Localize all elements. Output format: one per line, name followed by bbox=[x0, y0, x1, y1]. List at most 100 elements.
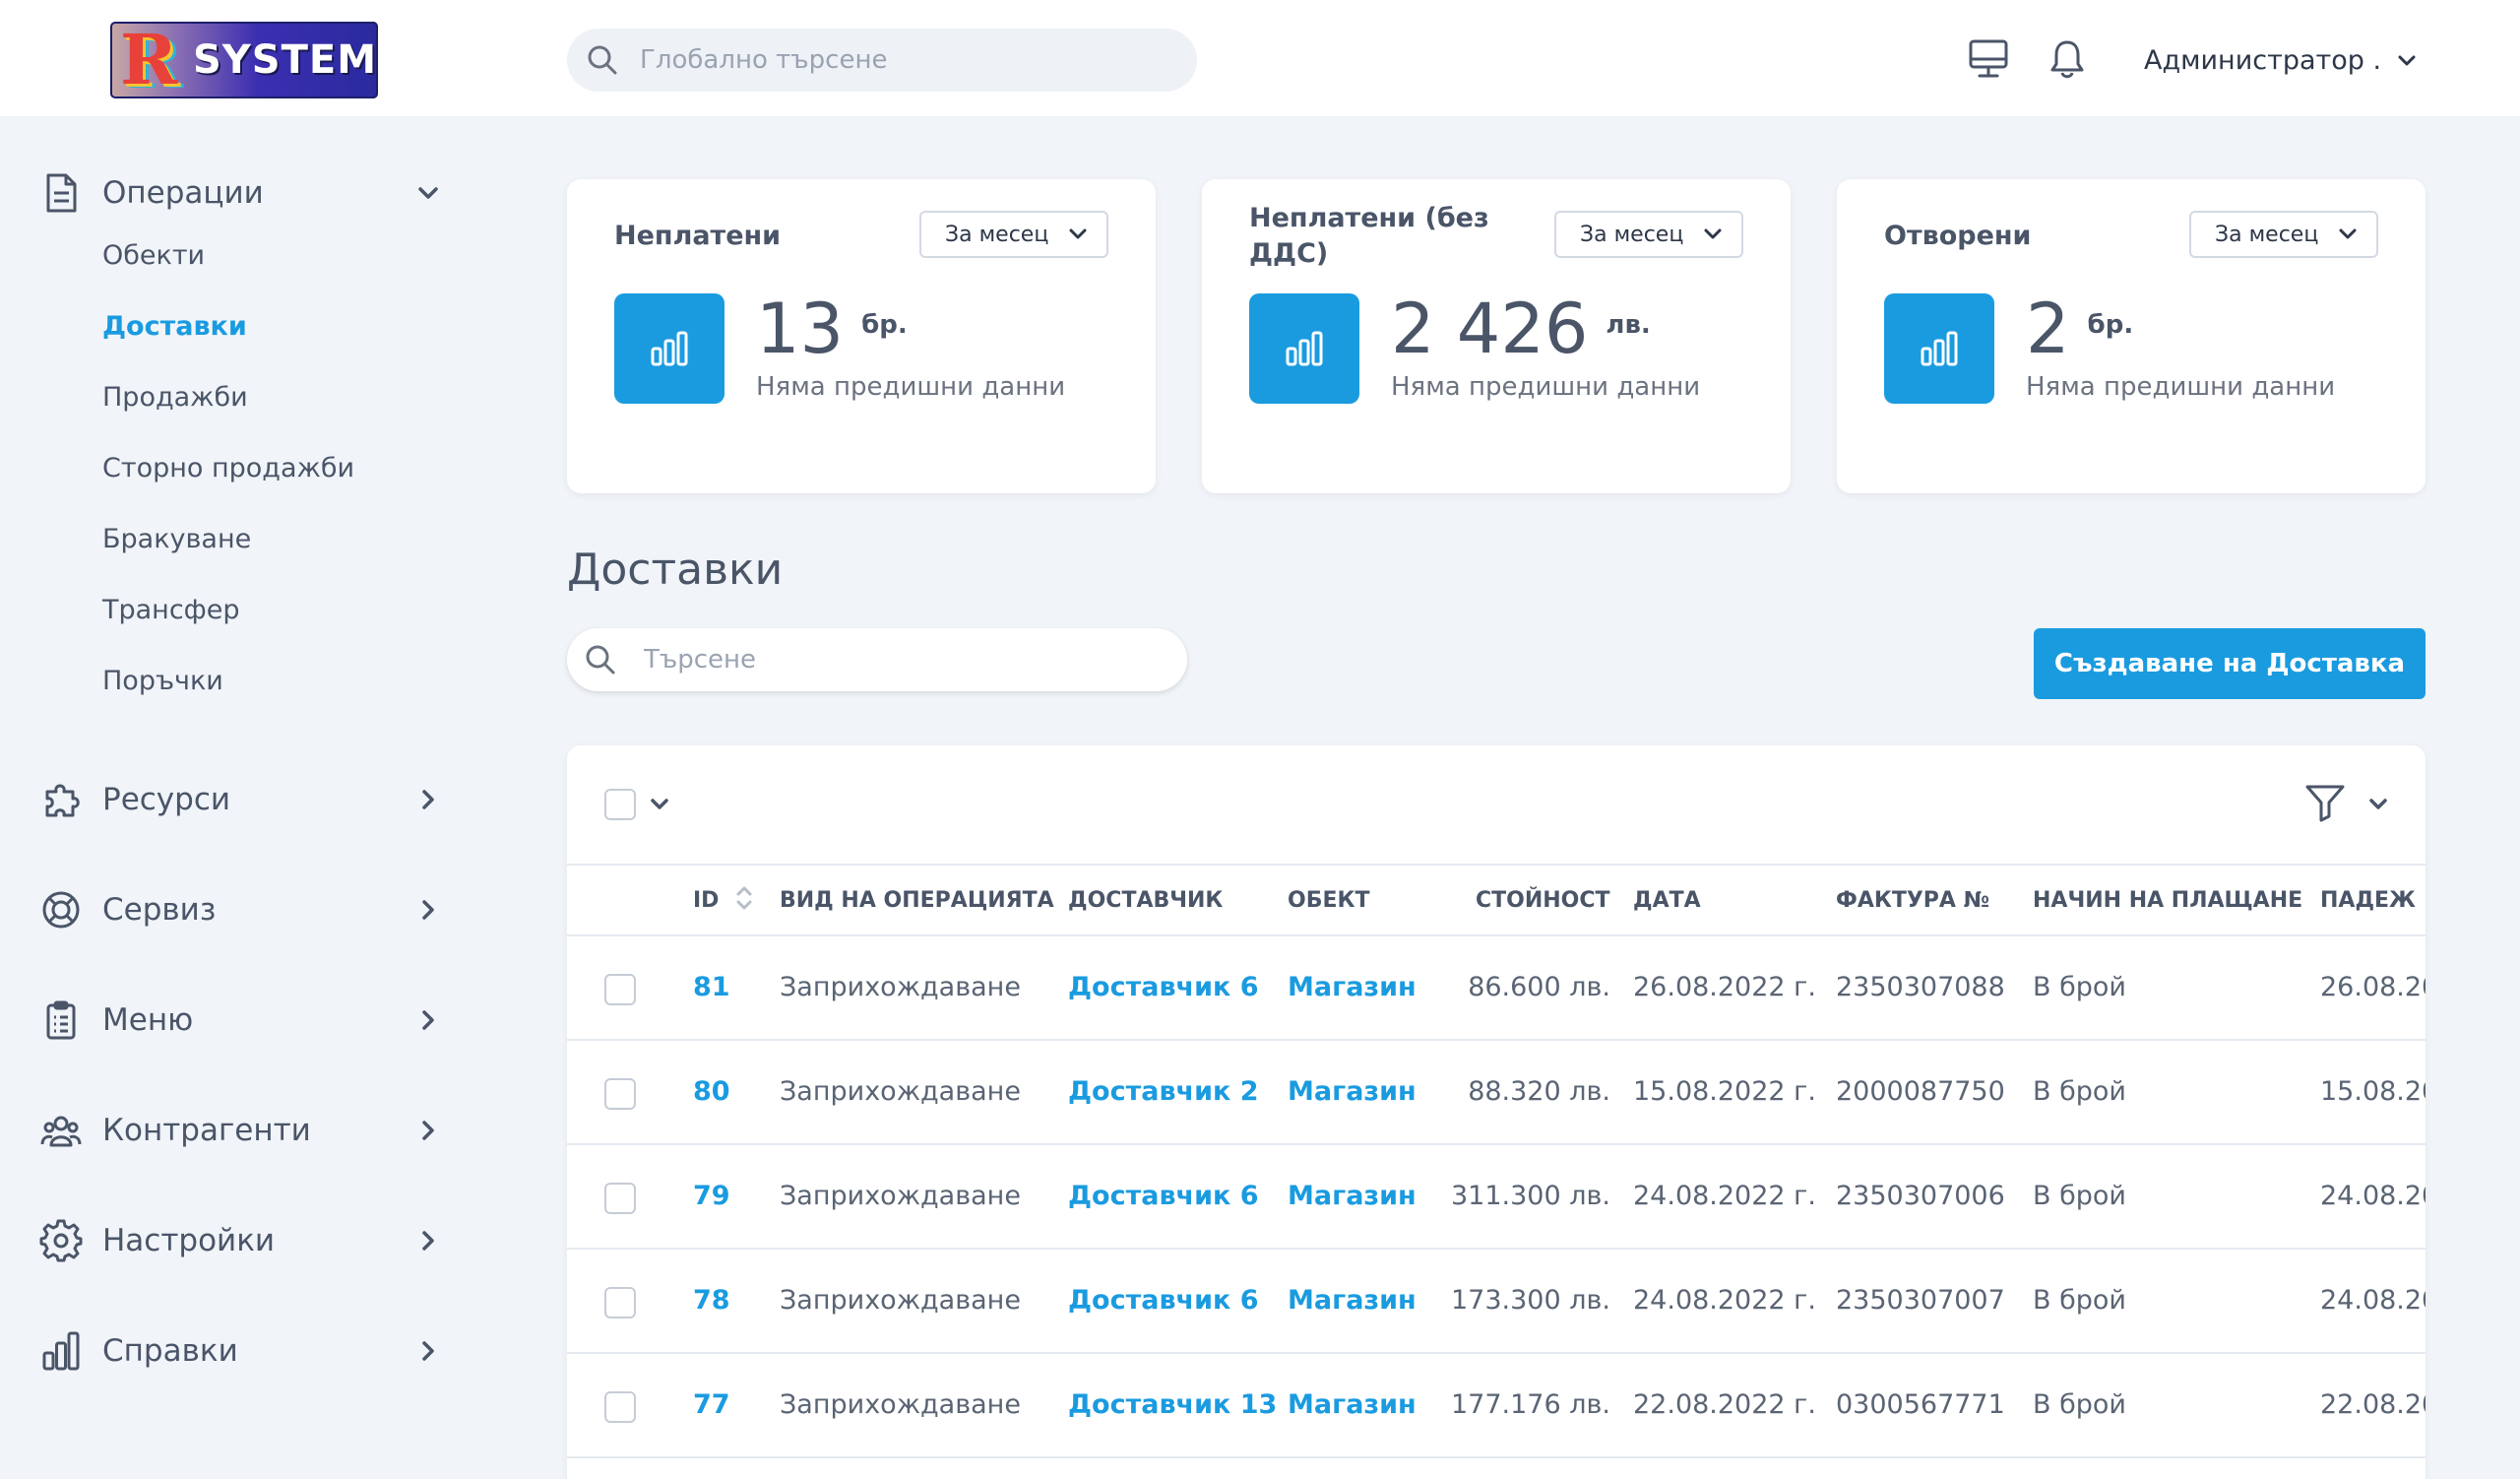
cell-supplier[interactable]: Доставчик 6 bbox=[1068, 936, 1259, 1039]
cell-supplier[interactable]: Доставчик 6 bbox=[1068, 1145, 1259, 1248]
column-header-operation-type[interactable]: ВИД НА ОПЕРАЦИЯТА bbox=[780, 866, 1054, 936]
cell-object[interactable]: Магазин bbox=[1288, 936, 1417, 1039]
sidebar-group-menu[interactable]: Меню bbox=[39, 993, 443, 1048]
column-header-value[interactable]: СТОЙНОСТ bbox=[1476, 866, 1610, 936]
column-header-date[interactable]: ДАТА bbox=[1633, 866, 1701, 936]
chevron-down-icon bbox=[1069, 228, 1087, 239]
cell-due-date: 24.08.2022 г. bbox=[2320, 1181, 2426, 1211]
sidebar-item-sales[interactable]: Продажби bbox=[102, 382, 248, 413]
table-row[interactable]: 80 Заприхождаване Доставчик 2 Магазин 88… bbox=[567, 1041, 2426, 1145]
period-select[interactable]: За месец bbox=[2189, 211, 2378, 258]
cell-id[interactable]: 79 bbox=[693, 1145, 730, 1248]
table-row[interactable]: 81 Заприхождаване Доставчик 6 Магазин 86… bbox=[567, 936, 2426, 1041]
user-name: Администратор . bbox=[2144, 44, 2382, 76]
cell-object[interactable]: Магазин bbox=[1288, 1041, 1417, 1143]
stat-value: 13 бр. bbox=[756, 286, 908, 368]
sidebar-group-label: Контрагенти bbox=[102, 1113, 311, 1148]
cell-id[interactable]: 78 bbox=[693, 1250, 730, 1352]
brand-logo[interactable]: R SYSTEM bbox=[110, 22, 378, 98]
global-search[interactable] bbox=[567, 29, 1197, 92]
chevron-down-icon bbox=[2398, 55, 2416, 66]
cell-object[interactable]: Магазин bbox=[1288, 1250, 1417, 1352]
sidebar-item-reversed-sales[interactable]: Сторно продажби bbox=[102, 453, 354, 483]
sidebar-group-contractors[interactable]: Контрагенти bbox=[39, 1103, 443, 1158]
period-select[interactable]: За месец bbox=[1554, 211, 1743, 258]
logo-letter: R bbox=[120, 22, 178, 98]
row-checkbox[interactable] bbox=[604, 1078, 636, 1110]
cell-object[interactable]: Магазин bbox=[1288, 1354, 1417, 1456]
sidebar-group-resources[interactable]: Ресурси bbox=[39, 772, 443, 827]
cell-id[interactable]: 77 bbox=[693, 1354, 730, 1456]
chevron-down-icon bbox=[418, 187, 438, 199]
row-checkbox[interactable] bbox=[604, 1391, 636, 1423]
sidebar-item-transfer[interactable]: Трансфер bbox=[102, 595, 240, 625]
table-row[interactable]: 79 Заприхождаване Доставчик 6 Магазин 31… bbox=[567, 1145, 2426, 1250]
period-select-value: За месец bbox=[2215, 222, 2319, 247]
sidebar-group-settings[interactable]: Настройки bbox=[39, 1213, 443, 1268]
row-checkbox[interactable] bbox=[604, 1287, 636, 1318]
filter-chevron-icon[interactable] bbox=[2364, 791, 2392, 818]
create-delivery-button[interactable]: Създаване на Доставка bbox=[2034, 628, 2426, 699]
column-header-invoice[interactable]: ФАКТУРА № bbox=[1836, 866, 1989, 936]
cell-object[interactable]: Магазин bbox=[1288, 1145, 1417, 1248]
cell-id[interactable]: 80 bbox=[693, 1041, 730, 1143]
user-menu[interactable]: Администратор . bbox=[2144, 37, 2419, 83]
sidebar-group-reports[interactable]: Справки bbox=[39, 1323, 443, 1379]
sidebar-group-operations[interactable]: Операции bbox=[39, 165, 443, 221]
page-title: Доставки bbox=[567, 545, 784, 595]
cell-invoice: 2350307007 bbox=[1836, 1285, 2005, 1316]
row-checkbox[interactable] bbox=[604, 974, 636, 1005]
column-header-due-date[interactable]: ПАДЕЖ bbox=[2320, 866, 2416, 936]
column-header-payment-method[interactable]: НАЧИН НА ПЛАЩАНЕ bbox=[2033, 866, 2302, 936]
table-row[interactable]: 78 Заприхождаване Доставчик 6 Магазин 17… bbox=[567, 1250, 2426, 1354]
row-checkbox[interactable] bbox=[604, 1183, 636, 1214]
chevron-down-icon bbox=[2339, 228, 2357, 239]
cell-payment-method: В брой bbox=[2033, 1389, 2126, 1420]
cell-due-date: 24.08.2022 г. bbox=[2320, 1285, 2426, 1316]
column-header-id[interactable]: ID bbox=[693, 866, 754, 936]
cell-supplier[interactable]: Доставчик 6 bbox=[1068, 1250, 1259, 1352]
sidebar-group-service[interactable]: Сервиз bbox=[39, 882, 443, 937]
cell-payment-method: В брой bbox=[2033, 1076, 2126, 1107]
bulk-actions-chevron-icon[interactable] bbox=[646, 791, 673, 818]
sidebar-item-objects[interactable]: Обекти bbox=[102, 240, 205, 271]
filter-icon[interactable] bbox=[2303, 781, 2347, 824]
cell-payment-method: В брой bbox=[2033, 1181, 2126, 1211]
chevron-right-icon bbox=[422, 1231, 434, 1251]
cell-due-date: 22.08.2022 г. bbox=[2320, 1389, 2426, 1420]
period-select[interactable]: За месец bbox=[919, 211, 1108, 258]
cell-invoice: 2350307006 bbox=[1836, 1181, 2005, 1211]
deliveries-table: ID ВИД НА ОПЕРАЦИЯТА ДОСТАВЧИК ОБЕКТ СТО… bbox=[567, 745, 2426, 1479]
cell-invoice: 0300567771 bbox=[1836, 1389, 2005, 1420]
sidebar-item-deliveries[interactable]: Доставки bbox=[102, 311, 247, 342]
stat-unit: бр. bbox=[861, 310, 908, 340]
column-header-object[interactable]: ОБЕКТ bbox=[1288, 866, 1370, 936]
period-select-value: За месец bbox=[1580, 222, 1684, 247]
stat-icon-tile bbox=[614, 293, 724, 404]
users-icon bbox=[40, 1116, 82, 1147]
stat-value: 2 426 лв. bbox=[1391, 286, 1651, 368]
sidebar-item-scrapping[interactable]: Бракуване bbox=[102, 524, 251, 554]
list-search[interactable] bbox=[567, 628, 1187, 691]
stat-card-unpaid-no-vat: Неплатени (без ДДС) За месец 2 426 лв. Ня… bbox=[1202, 179, 1791, 493]
global-search-input[interactable] bbox=[640, 29, 1171, 92]
bell-icon[interactable] bbox=[2046, 37, 2089, 81]
stat-note: Няма предишни данни bbox=[1391, 372, 1701, 402]
cell-id[interactable]: 81 bbox=[693, 936, 730, 1039]
sidebar-item-orders[interactable]: Поръчки bbox=[102, 666, 223, 696]
stat-icon-tile bbox=[1249, 293, 1359, 404]
table-row[interactable]: 77 Заприхождаване Доставчик 13 Магазин 1… bbox=[567, 1354, 2426, 1458]
cell-supplier[interactable]: Доставчик 13 bbox=[1068, 1354, 1277, 1456]
cell-value: 88.320 лв. bbox=[1468, 1076, 1610, 1107]
logo-text: SYSTEM bbox=[193, 37, 377, 83]
chevron-right-icon bbox=[422, 1121, 434, 1140]
select-all-checkbox[interactable] bbox=[604, 789, 636, 820]
bar-chart-icon bbox=[1921, 331, 1958, 366]
cell-supplier[interactable]: Доставчик 2 bbox=[1068, 1041, 1259, 1143]
list-search-input[interactable] bbox=[644, 628, 1156, 691]
column-header-supplier[interactable]: ДОСТАВЧИК bbox=[1068, 866, 1223, 936]
monitor-icon[interactable] bbox=[1967, 37, 2010, 81]
stat-card-unpaid: Неплатени За месец 13 бр. Няма предишни д… bbox=[567, 179, 1156, 493]
card-title: Отворени bbox=[1884, 221, 2032, 251]
stat-note: Няма предишни данни bbox=[756, 372, 1066, 402]
